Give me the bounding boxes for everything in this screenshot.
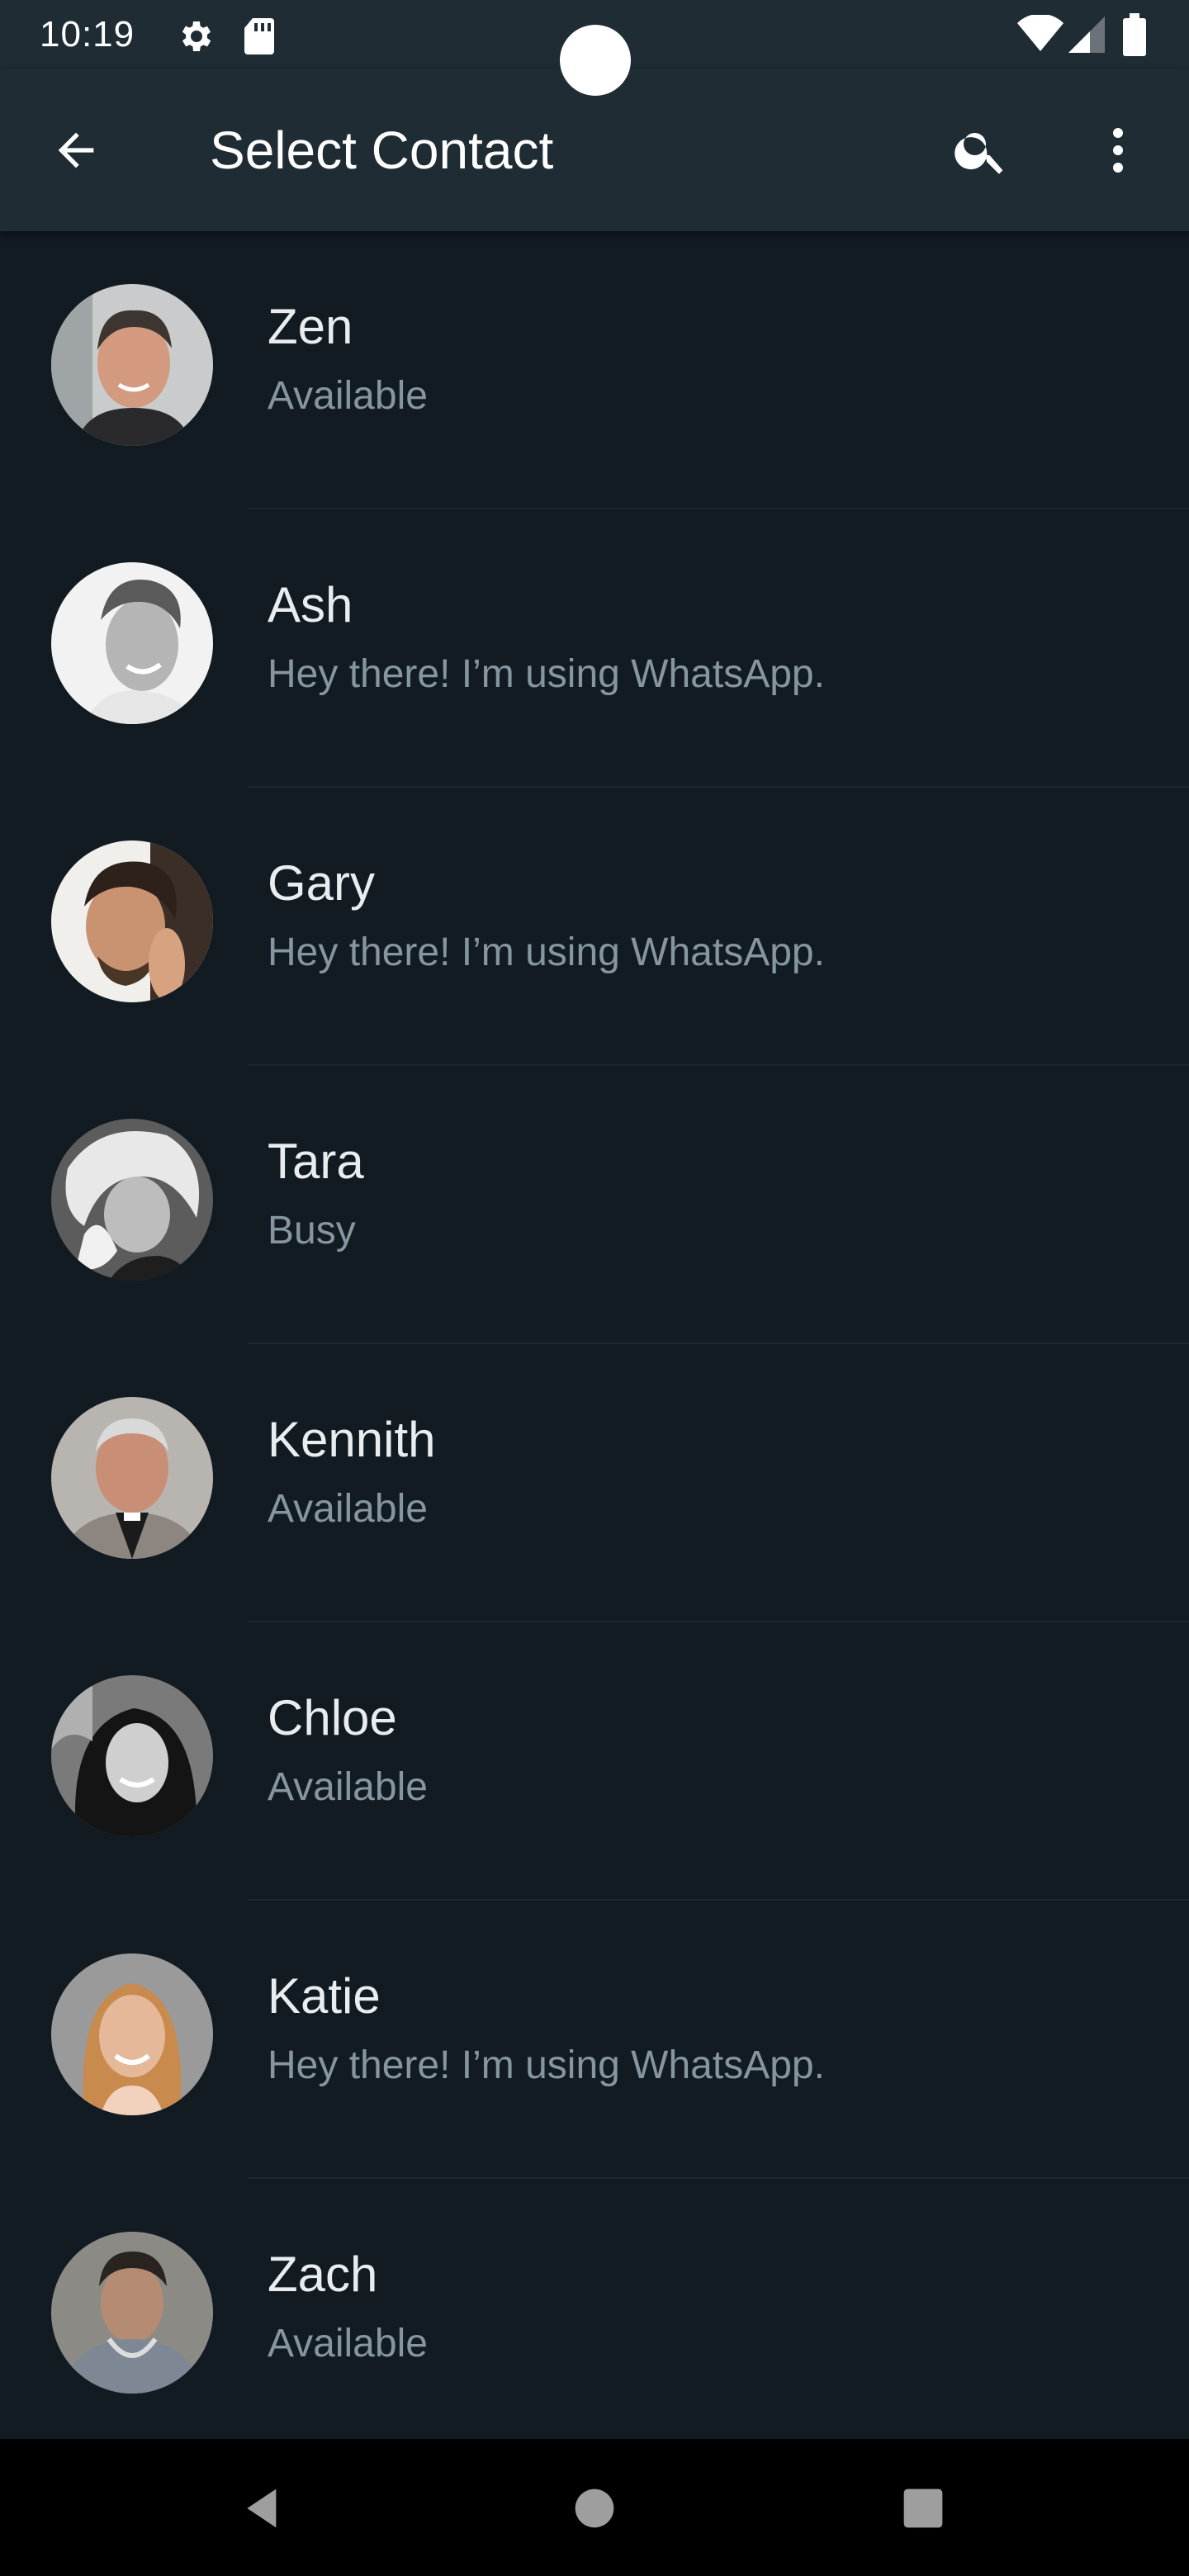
contact-name: Ash (268, 577, 353, 632)
contact-row-zen[interactable]: Zen Available (0, 231, 1189, 509)
battery-icon (1123, 13, 1146, 60)
contact-row-chloe[interactable]: Chloe Available (0, 1622, 1189, 1901)
contact-list: Zen Available Ash Hey there! I’m using W… (0, 231, 1189, 2457)
contact-status: Hey there! I’m using WhatsApp. (268, 652, 825, 696)
page-title: Select Contact (210, 121, 554, 180)
contact-status: Hey there! I’m using WhatsApp. (268, 2043, 825, 2087)
sd-card-icon (243, 17, 276, 60)
gear-icon (177, 17, 216, 60)
avatar (51, 1675, 213, 1837)
back-button[interactable] (40, 114, 112, 187)
wifi-icon (1017, 13, 1063, 59)
contact-status: Available (268, 2322, 428, 2365)
avatar (51, 562, 213, 724)
avatar (51, 1953, 213, 2115)
contact-name: Tara (268, 1134, 364, 1189)
arrow-back-icon (58, 132, 94, 168)
contact-row-kennith[interactable]: Kennith Available (0, 1344, 1189, 1622)
contact-row-zach[interactable]: Zach Available (0, 2179, 1189, 2457)
contact-name: Zen (268, 299, 353, 354)
contact-status: Available (268, 1487, 428, 1531)
camera-cutout (560, 25, 631, 96)
recents-square-icon (903, 2488, 943, 2528)
navigation-bar (0, 2439, 1189, 2576)
search-icon (955, 133, 1003, 174)
search-button[interactable] (945, 114, 1017, 187)
contact-status: Available (268, 374, 428, 418)
contact-name: Kennith (268, 1412, 436, 1467)
select-contact-screen: 10:19 Select Contact Zen Available Ash H… (0, 0, 1189, 2576)
contact-name: Gary (268, 855, 376, 911)
contact-status: Hey there! I’m using WhatsApp. (268, 930, 825, 974)
contact-name: Zach (268, 2247, 378, 2302)
contact-row-ash[interactable]: Ash Hey there! I’m using WhatsApp. (0, 509, 1189, 788)
status-time: 10:19 (40, 14, 135, 54)
nav-recents-button[interactable] (882, 2467, 964, 2550)
avatar (51, 284, 213, 446)
home-circle-icon (575, 2488, 614, 2528)
contact-row-gary[interactable]: Gary Hey there! I’m using WhatsApp. (0, 788, 1189, 1066)
contact-status: Available (268, 1765, 428, 1809)
contact-row-katie[interactable]: Katie Hey there! I’m using WhatsApp. (0, 1901, 1189, 2179)
contact-status: Busy (268, 1209, 356, 1252)
avatar (51, 841, 213, 1002)
back-triangle-icon (247, 2488, 277, 2528)
contact-row-tara[interactable]: Tara Busy (0, 1066, 1189, 1344)
nav-home-button[interactable] (553, 2467, 636, 2550)
nav-back-button[interactable] (221, 2467, 304, 2550)
more-vert-icon (1113, 128, 1123, 173)
avatar (51, 1119, 213, 1281)
avatar (51, 1397, 213, 1559)
contact-name: Chloe (268, 1690, 397, 1745)
contact-name: Katie (268, 1968, 381, 2024)
cellular-signal-icon (1067, 15, 1106, 59)
avatar (51, 2232, 213, 2394)
more-options-button[interactable] (1082, 114, 1154, 187)
